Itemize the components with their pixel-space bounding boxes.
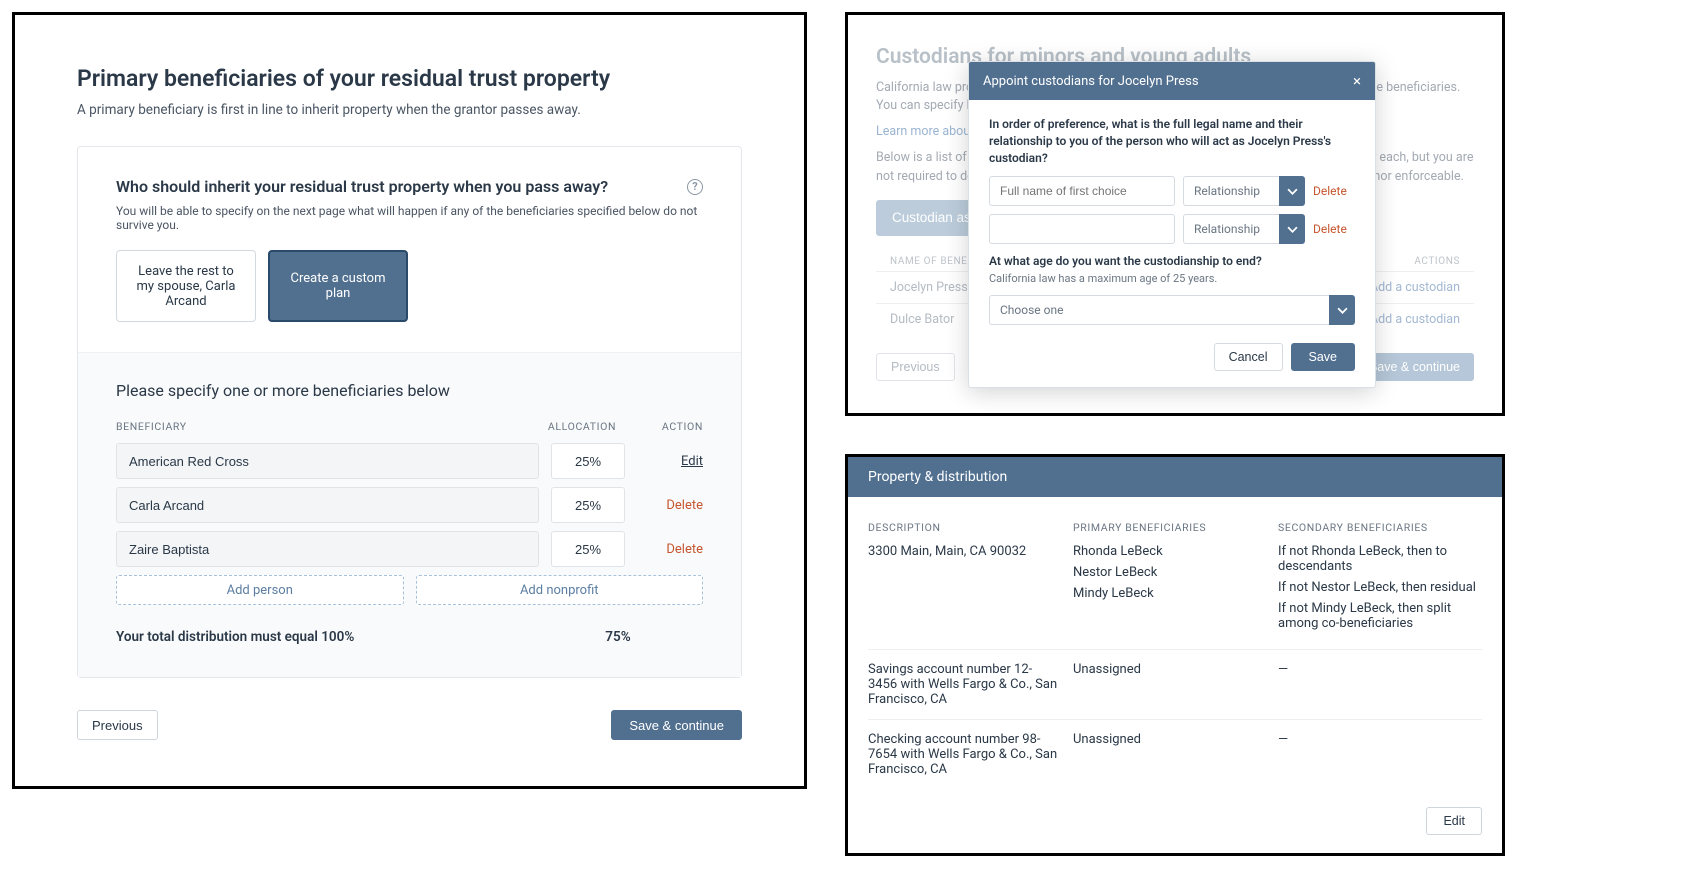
total-value: 75%	[533, 629, 703, 645]
allocation-input[interactable]	[551, 443, 625, 479]
col-description: DESCRIPTION	[868, 521, 1073, 534]
save-continue-button[interactable]: Save & continue	[611, 710, 742, 740]
beneficiary-name-input[interactable]	[116, 531, 539, 567]
property-row: 3300 Main, Main, CA 90032Rhonda LeBeck Ne…	[868, 544, 1482, 649]
primary-cell: Rhonda LeBeck Nestor LeBeck Mindy LeBeck	[1073, 544, 1278, 637]
page-title: Primary beneficiaries of your residual t…	[77, 65, 742, 92]
primary-beneficiary: Nestor LeBeck	[1073, 565, 1264, 580]
description-cell: 3300 Main, Main, CA 90032	[868, 544, 1073, 637]
col-secondary: SECONDARY BENEFICIARIES	[1278, 521, 1482, 534]
secondary-cell: —	[1278, 662, 1482, 707]
secondary-beneficiary: If not Mindy LeBeck, then split among co…	[1278, 601, 1482, 631]
description-cell: Checking account number 98-7654 with Wel…	[868, 732, 1073, 777]
beneficiary-row: Delete	[116, 487, 703, 523]
secondary-cell: —	[1278, 732, 1482, 777]
modal-question2: At what age do you want the custodianshi…	[989, 254, 1355, 268]
plan-leave-to-spouse[interactable]: Leave the rest to my spouse, Carla Arcan…	[116, 250, 256, 322]
delete-link[interactable]: Delete	[666, 542, 703, 557]
modal-title: Appoint custodians for Jocelyn Press	[983, 74, 1199, 89]
modal-note: California law has a maximum age of 25 y…	[989, 272, 1355, 285]
property-row: Checking account number 98-7654 with Wel…	[868, 719, 1482, 789]
cancel-button[interactable]: Cancel	[1214, 343, 1283, 371]
primary-beneficiary: Unassigned	[1073, 662, 1264, 677]
col-beneficiary: BENEFICIARY	[116, 420, 539, 433]
primary-cell: Unassigned	[1073, 732, 1278, 777]
total-label: Your total distribution must equal 100%	[116, 629, 533, 645]
secondary-beneficiary: —	[1278, 732, 1482, 747]
appoint-custodian-modal: Appoint custodians for Jocelyn Press × I…	[968, 61, 1376, 388]
chevron-down-icon[interactable]	[1279, 214, 1305, 244]
secondary-cell: If not Rhonda LeBeck, then to descendant…	[1278, 544, 1482, 637]
beneficiary-row: Delete	[116, 531, 703, 567]
age-select[interactable]: Choose one	[989, 295, 1329, 325]
secondary-beneficiary: If not Nestor LeBeck, then residual	[1278, 580, 1482, 595]
panel-header: Property & distribution	[848, 457, 1502, 497]
primary-beneficiary: Rhonda LeBeck	[1073, 544, 1264, 559]
beneficiary-name-input[interactable]	[116, 443, 539, 479]
allocation-input[interactable]	[551, 487, 625, 523]
delete-row-link[interactable]: Delete	[1313, 184, 1355, 198]
col-allocation: ALLOCATION	[539, 420, 625, 433]
previous-button[interactable]: Previous	[77, 710, 158, 740]
description-cell: Savings account number 12-3456 with Well…	[868, 662, 1073, 707]
col-primary: PRIMARY BENEFICIARIES	[1073, 521, 1278, 534]
custodians-panel: Custodians for minors and young adults C…	[845, 12, 1505, 416]
save-button[interactable]: Save	[1291, 343, 1356, 371]
relationship-select[interactable]: Relationship	[1183, 176, 1279, 206]
inherit-question: Who should inherit your residual trust p…	[116, 177, 687, 196]
add-person-button[interactable]: Add person	[116, 575, 404, 605]
relationship-select[interactable]: Relationship	[1183, 214, 1279, 244]
primary-beneficiary: Mindy LeBeck	[1073, 586, 1264, 601]
chevron-down-icon[interactable]	[1279, 176, 1305, 206]
beneficiaries-panel: Primary beneficiaries of your residual t…	[12, 12, 807, 789]
inherit-note: You will be able to specify on the next …	[116, 204, 703, 232]
col-action: ACTION	[625, 420, 703, 433]
first-choice-input[interactable]	[989, 176, 1175, 206]
delete-link[interactable]: Delete	[666, 498, 703, 513]
secondary-beneficiary: —	[1278, 662, 1482, 677]
edit-button[interactable]: Edit	[1426, 807, 1482, 835]
specify-heading: Please specify one or more beneficiaries…	[116, 381, 703, 400]
edit-link[interactable]: Edit	[681, 454, 703, 469]
plan-custom[interactable]: Create a custom plan	[268, 250, 408, 322]
beneficiary-row: Edit	[116, 443, 703, 479]
chevron-down-icon[interactable]	[1329, 295, 1355, 325]
allocation-input[interactable]	[551, 531, 625, 567]
delete-row-link[interactable]: Delete	[1313, 222, 1355, 236]
secondary-beneficiary: If not Rhonda LeBeck, then to descendant…	[1278, 544, 1482, 574]
help-icon[interactable]: ?	[687, 179, 703, 195]
property-row: Savings account number 12-3456 with Well…	[868, 649, 1482, 719]
page-subtitle: A primary beneficiary is first in line t…	[77, 102, 742, 118]
second-choice-input[interactable]	[989, 214, 1175, 244]
primary-cell: Unassigned	[1073, 662, 1278, 707]
property-distribution-panel: Property & distribution DESCRIPTION PRIM…	[845, 454, 1505, 856]
add-nonprofit-button[interactable]: Add nonprofit	[416, 575, 704, 605]
primary-beneficiary: Unassigned	[1073, 732, 1264, 747]
beneficiaries-card: Who should inherit your residual trust p…	[77, 146, 742, 678]
previous-button[interactable]: Previous	[876, 353, 955, 381]
close-icon[interactable]: ×	[1353, 72, 1361, 90]
beneficiary-name-input[interactable]	[116, 487, 539, 523]
modal-question1: In order of preference, what is the full…	[989, 116, 1355, 166]
